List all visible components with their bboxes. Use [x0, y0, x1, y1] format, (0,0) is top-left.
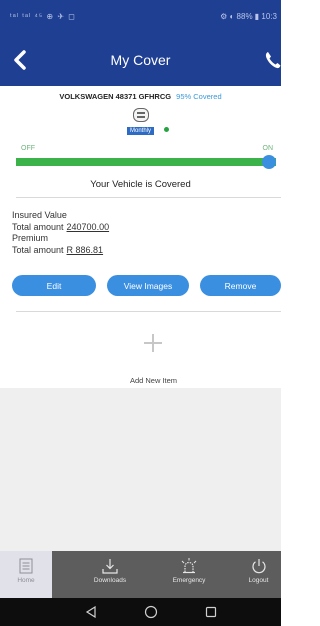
system-nav-bar	[0, 598, 281, 626]
insured-total-value[interactable]: 240700.00	[67, 222, 110, 232]
vehicle-summary: VOLKSWAGEN 48371 GFHRCG 95% Covered	[0, 92, 281, 101]
tab-emergency[interactable]: Emergency	[160, 551, 218, 598]
tab-logout[interactable]: Logout	[236, 551, 281, 598]
power-icon	[251, 559, 266, 574]
siren-icon	[181, 558, 197, 574]
car-icon	[133, 108, 149, 122]
action-buttons: Edit View Images Remove	[12, 275, 281, 296]
divider	[16, 311, 281, 312]
tab-downloads[interactable]: Downloads	[82, 551, 138, 598]
status-bar: ᵗᵃˡ ᵗᵃˡ ⁴⁵ ⊕ ✈ ◻ ⚙ ◐ 88% ▮ 10:3	[0, 0, 281, 36]
insured-total-label: Total amount	[12, 221, 64, 232]
premium-label: Premium	[12, 233, 49, 243]
status-bar-left: ᵗᵃˡ ᵗᵃˡ ⁴⁵ ⊕ ✈ ◻	[10, 12, 76, 21]
premium-total-label: Total amount	[12, 244, 64, 255]
premium-total-value[interactable]: R 886.81	[67, 245, 104, 255]
square-recents-icon	[205, 606, 217, 618]
view-images-button[interactable]: View Images	[107, 275, 189, 296]
system-back-button[interactable]	[83, 604, 99, 620]
tab-downloads-label: Downloads	[93, 577, 127, 584]
phone-icon	[265, 52, 281, 69]
premium-total-row: Total amount R 886.81	[12, 245, 109, 257]
system-home-button[interactable]	[143, 604, 159, 620]
empty-content-area	[0, 388, 281, 551]
system-recents-button[interactable]	[203, 604, 219, 620]
tab-logout-label: Logout	[248, 577, 269, 584]
status-bar-right: ⚙ ◐ 88% ▮ 10:3	[220, 12, 277, 21]
status-dot	[164, 127, 169, 132]
app-header: My Cover	[0, 36, 281, 86]
plus-icon[interactable]	[144, 334, 162, 352]
tab-home[interactable]: Home	[0, 551, 52, 598]
value-details: Insured Value Total amount 240700.00 Prem…	[12, 210, 109, 256]
add-new-item-label[interactable]: Add New Item	[0, 376, 281, 385]
remove-button[interactable]: Remove	[200, 275, 281, 296]
cover-toggle-track[interactable]	[16, 158, 276, 166]
tab-emergency-label: Emergency	[172, 577, 206, 584]
home-icon	[19, 558, 33, 574]
vehicle-name: VOLKSWAGEN 48371 GFHRCG	[59, 92, 172, 101]
tab-home-label: Home	[17, 577, 35, 584]
toggle-off-label: OFF	[21, 145, 35, 152]
insured-total-row: Total amount 240700.00	[12, 222, 109, 234]
payment-frequency-badge: Monthly	[127, 127, 155, 135]
divider	[16, 197, 281, 198]
call-button[interactable]	[255, 46, 281, 74]
cover-toggle-knob[interactable]	[262, 155, 276, 169]
toggle-on-label: ON	[262, 145, 274, 152]
triangle-back-icon	[85, 606, 96, 618]
page-title: My Cover	[110, 52, 171, 68]
bottom-tab-bar: Home Downloads Emergency Logout	[0, 551, 281, 598]
cover-status-message: Your Vehicle is Covered	[90, 179, 191, 190]
edit-button[interactable]: Edit	[12, 275, 96, 296]
insured-value-label: Insured Value	[12, 210, 67, 220]
download-icon	[102, 559, 118, 574]
circle-home-icon	[144, 605, 158, 619]
coverage-percent: 95% Covered	[176, 92, 222, 101]
